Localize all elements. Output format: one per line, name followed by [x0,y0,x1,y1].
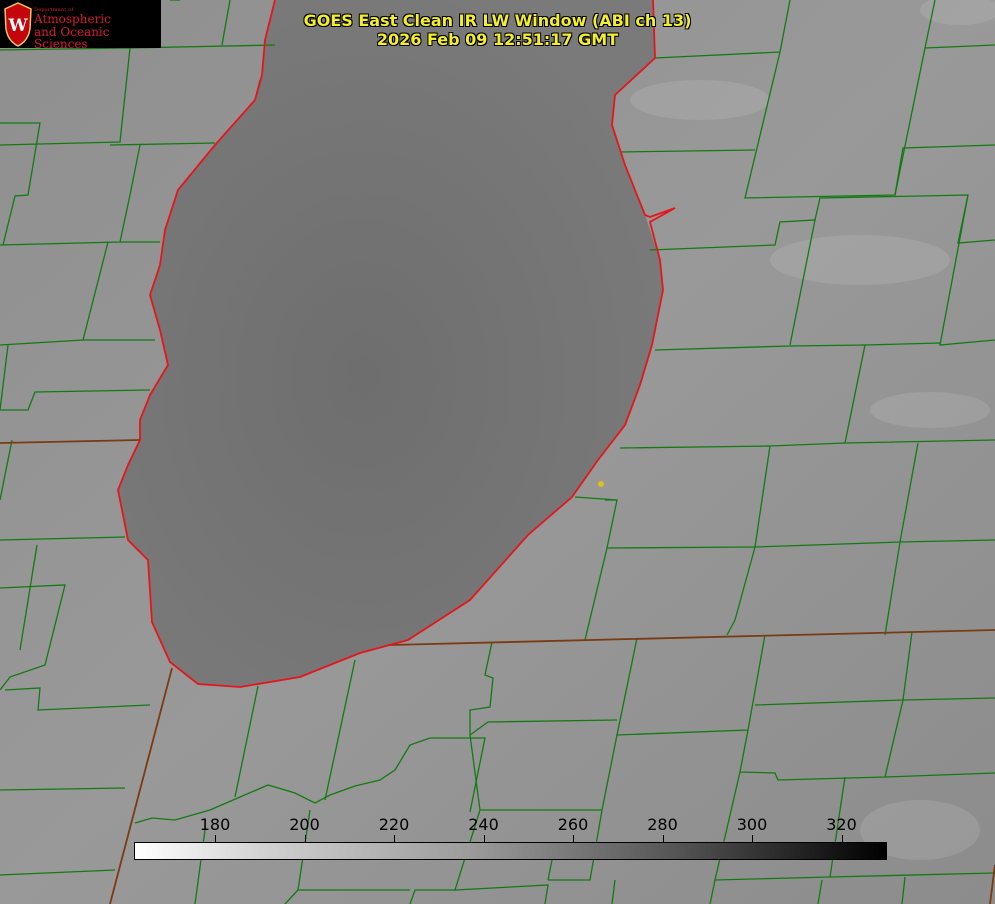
colorbar-tick-label: 180 [199,815,231,834]
colorbar-tick-label: 280 [647,815,678,834]
colorbar-tick-label: 200 [289,815,320,834]
colorbar-tick-mark [752,835,753,842]
colorbar-tick-mark [573,835,574,842]
colorbar-tick-mark [841,835,843,842]
colorbar-tick-mark [215,835,216,842]
colorbar-tick-label: 300 [736,815,768,834]
colorbar-tick-mark [304,835,306,842]
colorbar-tick-mark [394,835,395,842]
satellite-map [0,0,995,904]
colorbar-tick-label: 260 [557,815,589,834]
colorbar-tick-label: 320 [826,815,857,834]
image-title: GOES East Clean IR LW Window (ABI ch 13) [303,11,692,30]
colorbar-tick-mark [483,835,485,842]
map-viewer: W Department of Atmospheric and Oceanic … [0,0,995,904]
colorbar-tick-label: 220 [378,815,410,834]
image-timestamp: 2026 Feb 09 12:51:17 GMT [376,30,619,49]
colorbar-tick-mark [662,835,664,842]
temperature-colorbar [134,842,887,860]
colorbar-tick-label: 240 [468,815,499,834]
location-marker [598,481,604,487]
